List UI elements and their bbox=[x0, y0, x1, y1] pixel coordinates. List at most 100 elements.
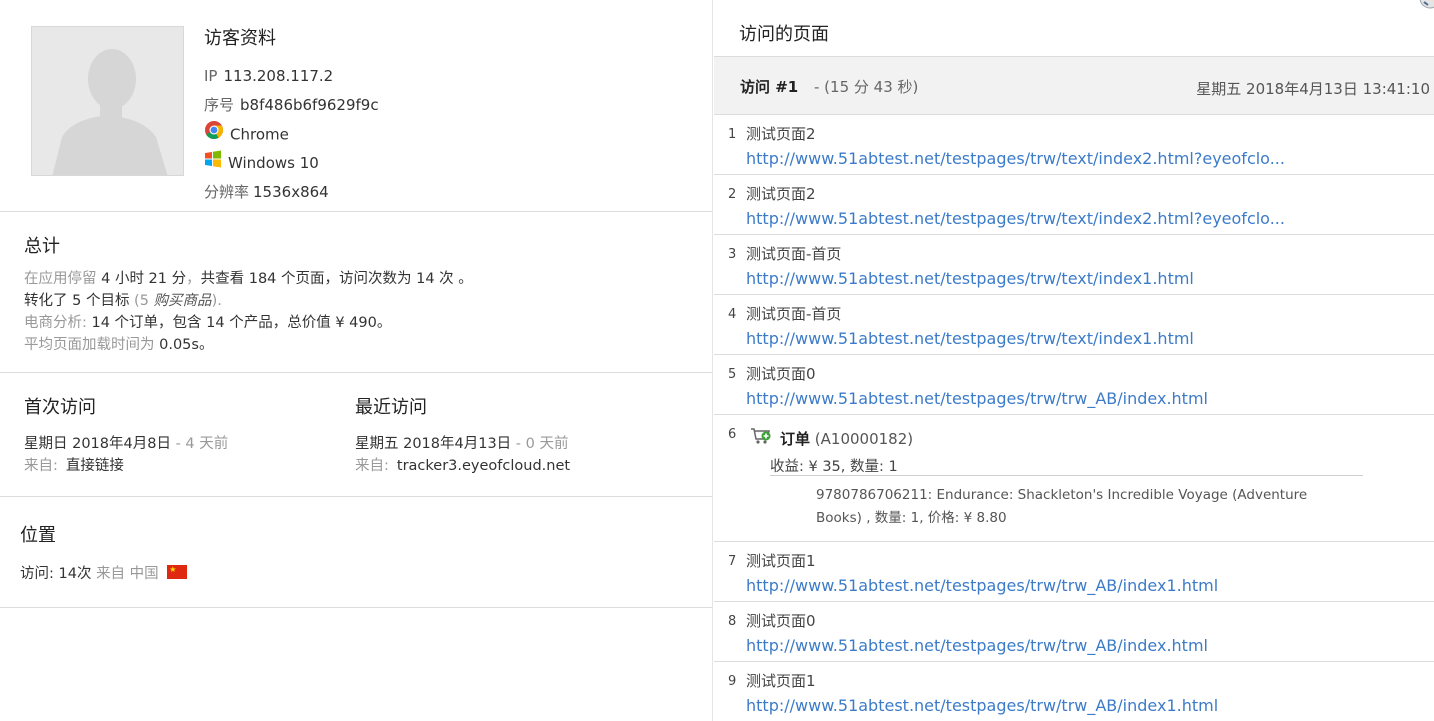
resolution-label: 分辨率 bbox=[204, 183, 250, 201]
panel-title: 访问的页面 bbox=[714, 0, 1434, 57]
page-number: 2 bbox=[728, 187, 737, 202]
last-visit-title: 最近访问 bbox=[355, 397, 427, 418]
referrer-value: tracker3.eyeofcloud.net bbox=[396, 458, 571, 474]
page-number: 3 bbox=[728, 247, 737, 262]
chrome-icon bbox=[204, 120, 224, 150]
loadtime-value: 0.05s。 bbox=[154, 337, 214, 353]
page-number: 7 bbox=[728, 554, 737, 569]
order-revenue: 收益: ¥ 35, 数量: 1 bbox=[770, 455, 898, 476]
first-visit-referrer: 来自: 直接链接 bbox=[24, 455, 228, 477]
ip-value: 113.208.117.2 bbox=[223, 67, 334, 85]
order-product: 9780786706211: Endurance: Shackleton's I… bbox=[816, 487, 1308, 526]
location-title: 位置 bbox=[20, 525, 56, 546]
visited-pages-panel: 访问的页面 访问 #1 - (15 分 43 秒) 星期五 2018年4月13日… bbox=[714, 0, 1434, 721]
visit-date: 星期五 2018年4月13日 13:41:10 bbox=[1196, 80, 1430, 98]
referrer-label: 来自: bbox=[24, 458, 58, 474]
pages-visits-text: 共查看 184 个页面，访问次数为 14 次 。 bbox=[200, 271, 473, 287]
id-row: 序号 b8f486b6f9629f9c bbox=[204, 91, 379, 120]
first-visit-date: 星期日 2018年4月8日 bbox=[24, 436, 171, 452]
browser-name: Chrome bbox=[230, 125, 289, 144]
page-url-link[interactable]: http://www.51abtest.net/testpages/trw/tr… bbox=[746, 576, 1218, 595]
goals-text: 转化了 5 个目标 bbox=[24, 293, 130, 309]
windows-icon bbox=[204, 149, 222, 178]
time-label: 在应用停留 bbox=[24, 271, 97, 287]
page-number: 8 bbox=[728, 614, 737, 629]
page-url-link[interactable]: http://www.51abtest.net/testpages/trw/te… bbox=[746, 149, 1285, 168]
page-title: 测试页面1 bbox=[746, 672, 816, 690]
page-title: 测试页面0 bbox=[746, 365, 816, 383]
page-title: 测试页面1 bbox=[746, 552, 816, 570]
os-row: Windows 10 bbox=[204, 149, 379, 178]
avatar bbox=[31, 26, 184, 176]
visitor-profile: 访客资料 IP 113.208.117.2 序号 b8f486b6f9629f9c bbox=[0, 0, 712, 212]
visitor-left-panel: 访客资料 IP 113.208.117.2 序号 b8f486b6f9629f9c bbox=[0, 0, 713, 721]
first-visit-date-line: 星期日 2018年4月8日 - 4 天前 bbox=[24, 433, 228, 455]
page-title: 测试页面2 bbox=[746, 125, 816, 143]
order-title: 订单 (A10000182) bbox=[780, 428, 913, 449]
totals-title: 总计 bbox=[24, 236, 60, 257]
os-name: Windows 10 bbox=[228, 154, 319, 172]
order-item: 6 订单 (A10000182) 收益: ¥ 35, 数量: 1 9780786… bbox=[714, 415, 1434, 542]
profile-title: 访客资料 bbox=[204, 28, 276, 49]
page-title: 测试页面2 bbox=[746, 185, 816, 203]
page-url-link[interactable]: http://www.51abtest.net/testpages/trw/tr… bbox=[746, 696, 1218, 715]
referrer-label: 来自: bbox=[355, 458, 389, 474]
corner-close-icon[interactable] bbox=[1414, 0, 1434, 12]
separator: ， bbox=[186, 271, 201, 287]
location-line: 访问: 14次 来自 中国 bbox=[20, 563, 692, 585]
totals-line-time: 在应用停留 4 小时 21 分，共查看 184 个页面，访问次数为 14 次 。 bbox=[24, 268, 688, 290]
order-id: (A10000182) bbox=[810, 430, 914, 448]
list-item: 8 测试页面0 http://www.51abtest.net/testpage… bbox=[714, 602, 1434, 662]
first-visit: 首次访问 星期日 2018年4月8日 - 4 天前 来自: 直接链接 bbox=[24, 393, 228, 477]
order-qty: , 数量: 1 bbox=[840, 459, 898, 475]
list-item: 3 测试页面-首页 http://www.51abtest.net/testpa… bbox=[714, 235, 1434, 295]
page-number: 9 bbox=[728, 674, 737, 689]
page-url-link[interactable]: http://www.51abtest.net/testpages/trw/tr… bbox=[746, 389, 1208, 408]
list-item: 7 测试页面1 http://www.51abtest.net/testpage… bbox=[714, 542, 1434, 602]
last-visit-referrer: 来自: tracker3.eyeofcloud.net bbox=[355, 455, 570, 477]
first-visit-title: 首次访问 bbox=[24, 397, 96, 418]
location-country: 中国 bbox=[129, 566, 159, 582]
cart-icon bbox=[751, 428, 771, 444]
page-url-link[interactable]: http://www.51abtest.net/testpages/trw/te… bbox=[746, 209, 1285, 228]
last-visit: 最近访问 星期五 2018年4月13日 - 0 天前 来自: tracker3.e… bbox=[355, 393, 570, 477]
visit-header[interactable]: 访问 #1 - (15 分 43 秒) 星期五 2018年4月13日 13:41… bbox=[714, 57, 1434, 115]
totals-section: 总计 在应用停留 4 小时 21 分，共查看 184 个页面，访问次数为 14 … bbox=[0, 212, 712, 373]
location-visits: 访问: 14次 bbox=[20, 566, 92, 582]
goals-close: ). bbox=[211, 293, 222, 309]
goals-count: (5 bbox=[129, 293, 154, 309]
page-number: 5 bbox=[728, 367, 737, 382]
page-url-link[interactable]: http://www.51abtest.net/testpages/trw/te… bbox=[746, 269, 1194, 288]
visit-duration: - (15 分 43 秒) bbox=[814, 78, 919, 96]
ip-label: IP bbox=[204, 67, 218, 85]
list-item: 1 测试页面2 http://www.51abtest.net/testpage… bbox=[714, 115, 1434, 175]
loadtime-label: 平均页面加载时间为 bbox=[24, 337, 155, 353]
page-number: 6 bbox=[728, 427, 737, 442]
page-number: 4 bbox=[728, 307, 737, 322]
profile-info: 访客资料 IP 113.208.117.2 序号 b8f486b6f9629f9c bbox=[204, 24, 379, 207]
revenue-value: 收益: ¥ 35 bbox=[770, 459, 841, 476]
visits-section: 首次访问 星期日 2018年4月8日 - 4 天前 来自: 直接链接 最近访问 星… bbox=[0, 373, 712, 497]
list-item: 2 测试页面2 http://www.51abtest.net/testpage… bbox=[714, 175, 1434, 235]
list-item: 5 测试页面0 http://www.51abtest.net/testpage… bbox=[714, 355, 1434, 415]
ip-row: IP 113.208.117.2 bbox=[204, 62, 379, 91]
referrer-value: 直接链接 bbox=[65, 458, 124, 474]
id-value: b8f486b6f9629f9c bbox=[240, 96, 379, 114]
order-label: 订单 bbox=[780, 430, 811, 448]
browser-row: Chrome bbox=[204, 120, 379, 149]
last-visit-date-line: 星期五 2018年4月13日 - 0 天前 bbox=[355, 433, 570, 455]
location-section: 位置 访问: 14次 来自 中国 bbox=[0, 497, 712, 608]
page-number: 1 bbox=[728, 127, 737, 142]
time-value: 4 小时 21 分 bbox=[96, 271, 187, 287]
list-item: 9 测试页面1 http://www.51abtest.net/testpage… bbox=[714, 662, 1434, 721]
page-title: 测试页面-首页 bbox=[746, 305, 842, 323]
ecommerce-value: 14 个订单，包含 14 个产品，总价值 ¥ 490。 bbox=[86, 315, 392, 331]
totals-line-loadtime: 平均页面加载时间为 0.05s。 bbox=[24, 334, 688, 356]
resolution-value: 1536x864 bbox=[253, 183, 329, 201]
divider bbox=[770, 475, 1363, 476]
page-url-link[interactable]: http://www.51abtest.net/testpages/trw/tr… bbox=[746, 636, 1208, 655]
page-url-link[interactable]: http://www.51abtest.net/testpages/trw/te… bbox=[746, 329, 1194, 348]
totals-line-ecommerce: 电商分析: 14 个订单，包含 14 个产品，总价值 ¥ 490。 bbox=[24, 312, 688, 334]
list-item: 4 测试页面-首页 http://www.51abtest.net/testpa… bbox=[714, 295, 1434, 355]
last-visit-date: 星期五 2018年4月13日 bbox=[355, 436, 512, 452]
